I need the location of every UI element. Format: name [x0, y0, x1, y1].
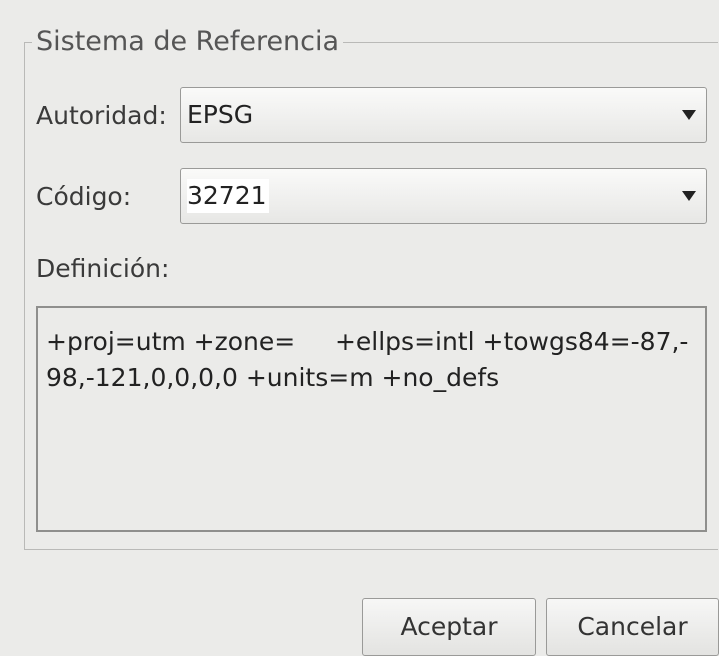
code-value[interactable]: 32721 [187, 179, 269, 213]
authority-value: EPSG [187, 100, 254, 129]
group-title: Sistema de Referencia [32, 24, 344, 60]
accept-button[interactable]: Aceptar [362, 598, 536, 656]
definition-label: Definición: [36, 254, 170, 283]
crs-dialog: Sistema de Referencia Autoridad: EPSG Có… [0, 0, 719, 656]
code-label: Código: [36, 182, 132, 211]
authority-label: Autoridad: [36, 101, 167, 130]
authority-combobox[interactable]: EPSG [180, 87, 707, 143]
chevron-down-icon[interactable] [682, 191, 696, 201]
code-combobox[interactable]: 32721 [180, 168, 707, 224]
chevron-down-icon[interactable] [682, 110, 696, 120]
cancel-button[interactable]: Cancelar [546, 598, 719, 656]
definition-textarea[interactable]: +proj=utm +zone= +ellps=intl +towgs84=-8… [36, 306, 707, 532]
